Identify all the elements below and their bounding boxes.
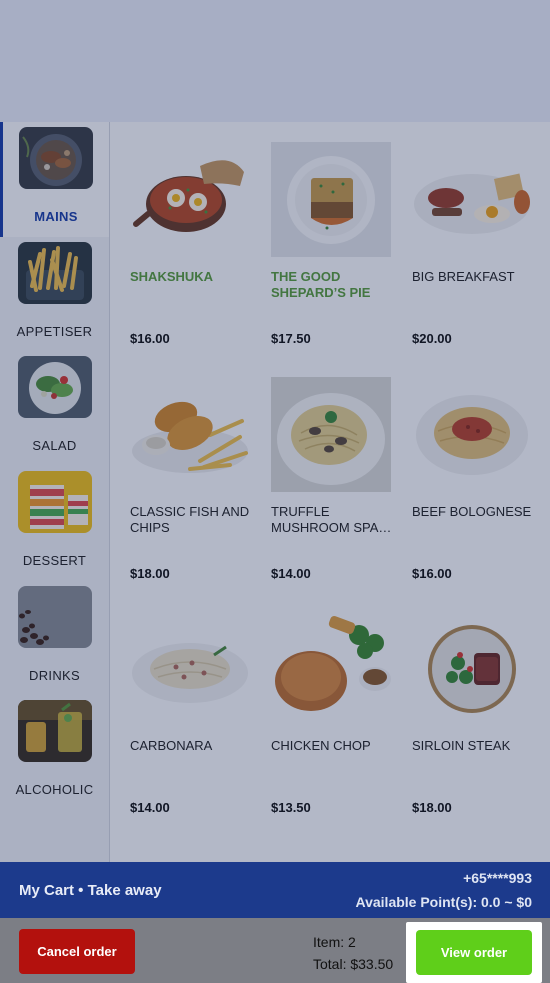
category-sidebar: MAINS APPETISER SALAD DESSERT DRINKS ALC… (0, 122, 110, 862)
carbonara-photo-icon (130, 611, 250, 726)
menu-item-price: $17.50 (271, 331, 311, 346)
big-breakfast-photo-icon (412, 142, 532, 257)
menu-item-price: $16.00 (412, 566, 452, 581)
top-banner (0, 0, 550, 122)
menu-grid: SHAKSHUKA $16.00 THE GOOD SHEPARD’S PIE … (110, 122, 550, 862)
menu-item-name: SIRLOIN STEAK (412, 738, 511, 753)
menu-item-price: $14.00 (130, 800, 170, 815)
available-points: Available Point(s): 0.0 ~ $0 (355, 894, 533, 910)
total-value: $33.50 (350, 956, 394, 972)
customer-phone: +65****993 (463, 870, 532, 886)
cake-photo-icon (17, 471, 92, 534)
menu-item-card[interactable]: TRUFFLE MUSHROOM SPA… $14.00 (271, 377, 392, 581)
category-label: DESSERT (22, 553, 87, 569)
menu-item-name: CHICKEN CHOP (271, 738, 371, 753)
menu-item-price: $16.00 (130, 331, 170, 346)
menu-item-name: CLASSIC FISH AND CHIPS (130, 504, 250, 535)
category-label: DRINKS (29, 667, 80, 683)
menu-item-card[interactable]: BIG BREAKFAST $20.00 (412, 142, 533, 346)
cart-bar: My Cart • Take away +65****993 Available… (0, 862, 550, 918)
view-order-button[interactable]: View order (416, 930, 532, 975)
chicken-chop-photo-icon (271, 611, 391, 726)
menu-item-name: THE GOOD SHEPARD’S PIE (271, 269, 371, 300)
category-mains[interactable]: MAINS (0, 122, 109, 237)
category-appetiser[interactable]: APPETISER (0, 237, 109, 352)
sirloin-steak-photo-icon (412, 611, 532, 726)
category-label: MAINS (34, 209, 78, 224)
order-action-bar: Cancel order Item: 2 Total: $33.50 View … (0, 918, 550, 983)
menu-item-name: BEEF BOLOGNESE (412, 504, 532, 519)
fries-photo-icon (17, 241, 92, 304)
view-order-highlight: View order (406, 922, 542, 983)
menu-item-price: $18.00 (130, 566, 170, 581)
coffee-beans-photo-icon (17, 585, 92, 648)
category-label: SALAD (32, 438, 77, 454)
menu-item-price: $14.00 (271, 566, 311, 581)
menu-item-card[interactable]: SIRLOIN STEAK $18.00 (412, 611, 533, 815)
cancel-order-button[interactable]: Cancel order (19, 929, 135, 974)
category-salad[interactable]: SALAD (0, 351, 109, 466)
salad-photo-icon (17, 356, 92, 419)
category-alcoholic[interactable]: ALCOHOLIC (0, 695, 109, 810)
order-summary: Item: 2 Total: $33.50 (313, 931, 393, 975)
menu-item-name: CARBONARA (130, 738, 213, 753)
menu-item-name: BIG BREAKFAST (412, 269, 515, 284)
mains-photo-icon (19, 127, 93, 189)
menu-item-card[interactable]: CARBONARA $14.00 (130, 611, 251, 815)
menu-item-price: $18.00 (412, 800, 452, 815)
total-label: Total: (313, 956, 347, 972)
category-drinks[interactable]: DRINKS (0, 581, 109, 696)
truffle-pasta-photo-icon (271, 377, 391, 492)
menu-item-card[interactable]: SHAKSHUKA $16.00 (130, 142, 251, 346)
menu-item-name: TRUFFLE MUSHROOM SPA… (271, 504, 392, 535)
menu-item-card[interactable]: CHICKEN CHOP $13.50 (271, 611, 392, 815)
fish-and-chips-photo-icon (130, 377, 250, 492)
bolognese-photo-icon (412, 377, 532, 492)
shepards-pie-photo-icon (271, 142, 391, 257)
menu-item-price: $13.50 (271, 800, 311, 815)
category-label: ALCOHOLIC (15, 782, 94, 798)
item-count-label: Item: (313, 934, 345, 950)
menu-item-card[interactable]: BEEF BOLOGNESE $16.00 (412, 377, 533, 581)
category-label: APPETISER (16, 323, 93, 339)
category-dessert[interactable]: DESSERT (0, 466, 109, 581)
shakshuka-photo-icon (130, 142, 250, 257)
cocktail-photo-icon (17, 700, 92, 763)
cart-title: My Cart • Take away (19, 882, 162, 899)
menu-item-name: SHAKSHUKA (130, 269, 214, 284)
item-count-value: 2 (348, 934, 356, 950)
menu-item-card[interactable]: THE GOOD SHEPARD’S PIE $17.50 (271, 142, 392, 346)
menu-item-card[interactable]: CLASSIC FISH AND CHIPS $18.00 (130, 377, 251, 581)
menu-item-price: $20.00 (412, 331, 452, 346)
